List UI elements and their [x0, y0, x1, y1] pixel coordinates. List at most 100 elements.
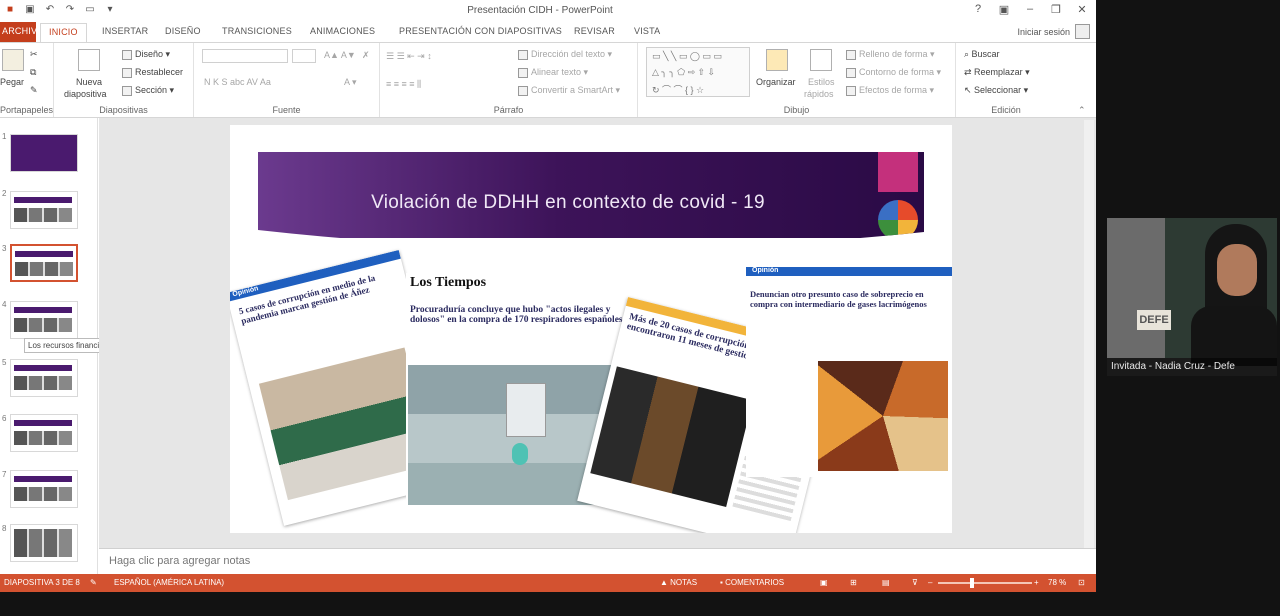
clip-photo-bolivia	[590, 366, 753, 507]
fit-slide-icon[interactable]: ⊡	[1078, 578, 1085, 587]
normal-view-icon[interactable]: ▣	[820, 578, 828, 587]
thumb-number-2: 2	[2, 189, 7, 198]
vertical-scrollbar[interactable]	[1084, 120, 1094, 548]
spellcheck-icon[interactable]: ✎	[90, 578, 97, 587]
tab-slideshow[interactable]: PRESENTACIÓN CON DIAPOSITIVAS	[399, 26, 562, 36]
zoom-level[interactable]: 78 %	[1048, 578, 1066, 587]
ribbon-tabs: ARCHIVO INICIO INSERTAR DISEÑO TRANSICIO…	[0, 22, 1096, 42]
slideshow-view-icon[interactable]: ⊽	[912, 578, 918, 587]
title-bar: ■ ▣ ↶ ↷ ▭ ▾ Presentación CIDH - PowerPoi…	[0, 0, 1096, 22]
help-button[interactable]: ?	[972, 3, 984, 16]
language-indicator[interactable]: ESPAÑOL (AMÉRICA LATINA)	[114, 578, 224, 587]
ribbon-display-button[interactable]: ▣	[998, 3, 1010, 16]
slide-thumbnail-5[interactable]	[10, 359, 78, 397]
copy-icon[interactable]: ⧉	[30, 67, 36, 78]
paste-button[interactable]: Pegar	[0, 77, 24, 87]
font-format-buttons[interactable]: N K S abc AV Aa	[204, 77, 271, 87]
paste-icon[interactable]	[2, 49, 24, 71]
grow-font-icon[interactable]: A▲ A▼	[324, 50, 356, 60]
layout-button[interactable]: Diseño ▾	[122, 49, 170, 60]
reset-button[interactable]: Restablecer	[122, 67, 183, 78]
slide-thumbnail-3[interactable]	[10, 244, 78, 282]
group-clipboard: Pegar ✂ ⧉ ✎ Portapapeles	[0, 43, 54, 117]
group-slides: Nueva diapositiva Diseño ▾ Restablecer S…	[54, 43, 194, 117]
group-label-editing: Edición	[991, 105, 1021, 115]
shape-fill-icon	[846, 49, 856, 60]
tab-home[interactable]: INICIO	[40, 23, 87, 42]
font-name-input[interactable]	[202, 49, 288, 63]
font-size-input[interactable]	[292, 49, 316, 63]
signin-link[interactable]: Iniciar sesión	[1017, 27, 1070, 37]
new-slide-icon[interactable]	[78, 49, 100, 71]
current-slide[interactable]: Violación de DDHH en contexto de covid -…	[230, 125, 952, 533]
reset-icon	[122, 67, 132, 78]
notes-placeholder: Haga clic para agregar notas	[109, 555, 251, 567]
select-button[interactable]: ↖ Seleccionar ▾	[964, 85, 1028, 96]
new-slide-label-2[interactable]: diapositiva	[64, 89, 107, 99]
slide-thumbnail-6[interactable]	[10, 414, 78, 452]
tab-insert[interactable]: INSERTAR	[102, 26, 148, 36]
close-button[interactable]: ✕	[1076, 3, 1088, 16]
replace-button[interactable]: ⇄ Reemplazar ▾	[964, 67, 1030, 78]
quick-styles-label-2[interactable]: rápidos	[804, 89, 834, 99]
tab-design[interactable]: DISEÑO	[165, 26, 201, 36]
quick-styles-label-1[interactable]: Estilos	[808, 77, 835, 87]
bullets-icon[interactable]: ☰ ☰ ⇤ ⇥ ↕	[386, 51, 432, 62]
defensoria-logo-icon	[878, 200, 918, 240]
slide-counter: DIAPOSITIVA 3 DE 8	[4, 578, 80, 587]
slide-thumbnail-4[interactable]	[10, 301, 78, 339]
participant-video-tile[interactable]: DEFE Invitada - Nadia Cruz - Defe	[1107, 218, 1277, 376]
thumb-number-5: 5	[2, 358, 7, 367]
align-icons[interactable]: ≡ ≡ ≡ ≡ ⫼	[386, 79, 421, 90]
shapes-icons-row3[interactable]: ↻ ⌒ ⌒ { } ☆	[652, 83, 704, 96]
zoom-slider-handle[interactable]	[970, 578, 974, 588]
minimize-button[interactable]: –	[1024, 3, 1036, 16]
mask-bag-icon	[512, 443, 528, 465]
clear-format-icon[interactable]: ✗	[362, 50, 370, 61]
slide-thumbnail-2[interactable]	[10, 191, 78, 229]
title-banner: Violación de DDHH en contexto de covid -…	[258, 152, 924, 238]
slide-thumbnail-1[interactable]	[10, 134, 78, 172]
tab-file[interactable]: ARCHIVO	[0, 22, 44, 42]
arrange-icon[interactable]	[766, 49, 788, 71]
font-color-icon[interactable]: A ▾	[344, 77, 357, 88]
replace-icon: ⇄	[964, 67, 975, 77]
notes-toggle[interactable]: ▲ NOTAS	[660, 578, 697, 587]
zoom-out-icon[interactable]: –	[928, 578, 932, 587]
comments-toggle[interactable]: ▪ COMENTARIOS	[720, 578, 784, 587]
slide-title[interactable]: Violación de DDHH en contexto de covid -…	[258, 192, 878, 214]
text-direction-button[interactable]: Dirección del texto ▾	[518, 49, 612, 60]
account-icon[interactable]	[1075, 24, 1090, 39]
clip-brand-opinion-left: Opinión	[231, 285, 260, 299]
shapes-icons-row2[interactable]: △ ╮ ╮ ⬠ ⇨ ⇧ ⇩	[652, 67, 715, 78]
format-painter-icon[interactable]: ✎	[30, 85, 38, 96]
cursor-icon: ↖	[964, 85, 975, 95]
shape-effects-icon	[846, 85, 856, 96]
slide-sorter-icon[interactable]: ⊞	[850, 578, 857, 587]
collapse-ribbon-icon[interactable]: ⌃	[1078, 105, 1086, 116]
tab-view[interactable]: VISTA	[634, 26, 660, 36]
section-button[interactable]: Sección ▾	[122, 85, 174, 96]
find-button[interactable]: ⌕ Buscar	[964, 49, 1000, 60]
restore-button[interactable]: ❐	[1050, 3, 1062, 16]
smartart-button[interactable]: Convertir a SmartArt ▾	[518, 85, 620, 96]
quick-styles-icon[interactable]	[810, 49, 832, 71]
notes-pane[interactable]: Haga clic para agregar notas	[99, 548, 1096, 574]
tab-transitions[interactable]: TRANSICIONES	[222, 26, 292, 36]
zoom-in-icon[interactable]: +	[1034, 578, 1039, 587]
ventilator-icon	[506, 383, 546, 437]
align-text-button[interactable]: Alinear texto ▾	[518, 67, 588, 78]
shape-outline-button[interactable]: Contorno de forma ▾	[846, 67, 941, 78]
tab-animations[interactable]: ANIMACIONES	[310, 26, 375, 36]
shapes-icons[interactable]: ▭ ╲ ╲ ▭ ◯ ▭ ▭	[652, 51, 722, 62]
reading-view-icon[interactable]: ▤	[882, 578, 890, 587]
zoom-slider[interactable]	[938, 582, 1032, 584]
tab-review[interactable]: REVISAR	[574, 26, 615, 36]
new-slide-label-1[interactable]: Nueva	[76, 77, 102, 87]
slide-thumbnail-8[interactable]	[10, 524, 78, 562]
shape-effects-button[interactable]: Efectos de forma ▾	[846, 85, 934, 96]
arrange-button[interactable]: Organizar	[756, 77, 796, 87]
slide-thumbnail-7[interactable]	[10, 470, 78, 508]
cut-icon[interactable]: ✂	[30, 49, 38, 60]
shape-fill-button[interactable]: Relleno de forma ▾	[846, 49, 935, 60]
